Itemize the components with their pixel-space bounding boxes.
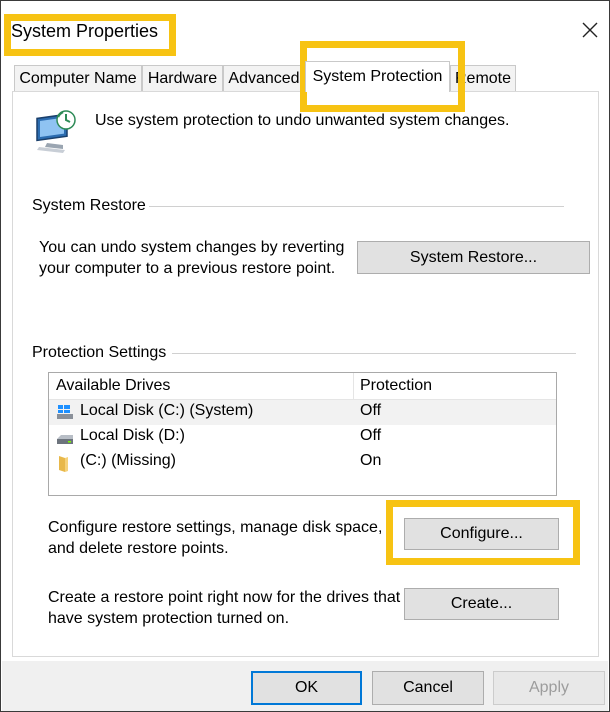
drive-name: Local Disk (C:) (System) xyxy=(80,402,254,419)
create-text-line1: Create a restore point right now for the… xyxy=(48,589,401,606)
list-item[interactable]: (C:) (Missing) On xyxy=(49,450,556,475)
configure-button[interactable]: Configure... xyxy=(404,518,559,550)
disk-drive-icon xyxy=(56,430,74,446)
configure-text-line1: Configure restore settings, manage disk … xyxy=(48,519,383,536)
windows-drive-icon xyxy=(56,405,74,421)
column-header-drives[interactable]: Available Drives xyxy=(56,377,170,395)
drive-protection: Off xyxy=(360,427,382,444)
tab-system-protection[interactable]: System Protection xyxy=(305,61,450,92)
tab-computer-name[interactable]: Computer Name xyxy=(14,65,142,91)
system-properties-dialog: System Properties Computer Name Hardware… xyxy=(0,0,610,712)
cancel-button[interactable]: Cancel xyxy=(372,671,484,705)
list-header: Available Drives Protection xyxy=(49,373,556,400)
protection-settings-group-label: Protection Settings xyxy=(32,344,167,361)
group-divider xyxy=(149,206,564,207)
column-header-protection[interactable]: Protection xyxy=(360,377,432,395)
apply-button[interactable]: Apply xyxy=(493,671,605,705)
computer-shield-icon xyxy=(33,109,79,155)
column-separator xyxy=(353,373,354,399)
create-button[interactable]: Create... xyxy=(404,588,559,620)
system-restore-button[interactable]: System Restore... xyxy=(357,241,590,274)
drive-protection: Off xyxy=(360,402,382,419)
configure-text-line2: and delete restore points. xyxy=(48,540,229,557)
tab-advanced[interactable]: Advanced xyxy=(223,65,305,91)
drives-list[interactable]: Available Drives Protection Local Disk (… xyxy=(48,372,557,496)
system-restore-group-label: System Restore xyxy=(32,197,146,214)
tab-hardware[interactable]: Hardware xyxy=(142,65,223,91)
group-divider xyxy=(172,353,576,354)
ok-button[interactable]: OK xyxy=(251,671,362,705)
system-restore-text-line1: You can undo system changes by reverting xyxy=(39,239,345,256)
list-item[interactable]: Local Disk (D:) Off xyxy=(49,425,556,450)
drive-name: (C:) (Missing) xyxy=(80,452,176,469)
drive-name: Local Disk (D:) xyxy=(80,427,185,444)
folder-icon xyxy=(56,455,74,472)
close-icon[interactable] xyxy=(577,17,603,43)
list-item[interactable]: Local Disk (C:) (System) Off xyxy=(49,400,556,425)
system-restore-text-line2: your computer to a previous restore poin… xyxy=(39,260,336,277)
tab-remote[interactable]: Remote xyxy=(450,65,516,91)
header-description: Use system protection to undo unwanted s… xyxy=(95,112,510,129)
window-title: System Properties xyxy=(11,21,159,41)
drive-protection: On xyxy=(360,452,382,469)
create-text-line2: have system protection turned on. xyxy=(48,610,290,627)
